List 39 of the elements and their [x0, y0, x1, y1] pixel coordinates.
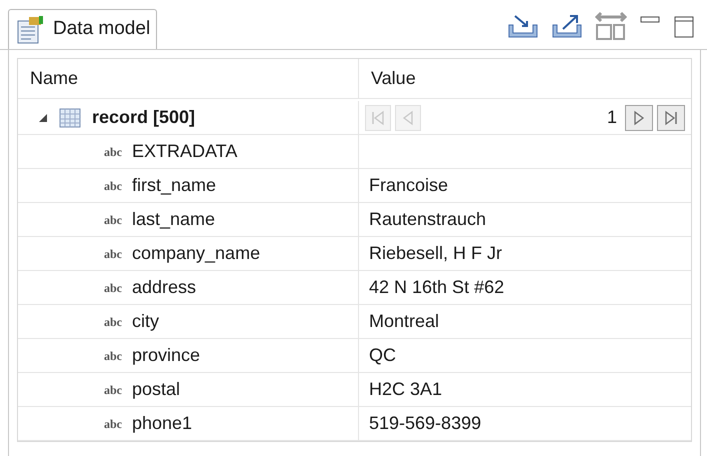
field-value: QC — [369, 344, 396, 367]
export-icon[interactable] — [551, 13, 583, 39]
page-number: 1 — [606, 106, 617, 129]
next-page-button[interactable] — [625, 104, 653, 130]
type-label: abc — [104, 314, 122, 330]
expand-triangle-icon[interactable] — [38, 112, 48, 122]
import-icon[interactable] — [507, 13, 539, 39]
last-page-button[interactable] — [657, 104, 685, 130]
field-name: postal — [132, 378, 180, 401]
record-label: record [500] — [92, 106, 196, 129]
type-label: abc — [104, 246, 122, 262]
type-label: abc — [104, 280, 122, 296]
field-value: Montreal — [369, 310, 440, 333]
field-value: 519-569-8399 — [369, 412, 482, 435]
field-value: Riebesell, H F Jr — [369, 242, 502, 265]
field-name: province — [132, 344, 200, 367]
field-name: company_name — [132, 242, 260, 265]
type-label: abc — [104, 178, 122, 194]
field-value: Rautenstrauch — [369, 208, 486, 231]
field-name: city — [132, 310, 159, 333]
field-name: first_name — [132, 174, 216, 197]
type-label: abc — [104, 212, 122, 228]
type-label: abc — [104, 382, 122, 398]
type-label: abc — [104, 348, 122, 364]
view-tab[interactable]: Data model — [8, 9, 158, 49]
field-name: phone1 — [132, 412, 192, 435]
column-header[interactable]: Name — [18, 59, 359, 98]
field-value: Francoise — [369, 174, 448, 197]
field-value: H2C 3A1 — [369, 378, 442, 401]
type-label: abc — [104, 144, 122, 160]
type-label: abc — [104, 416, 122, 432]
field-name: last_name — [132, 208, 216, 231]
field-name: EXTRADATA — [132, 140, 238, 163]
field-name: address — [132, 276, 196, 299]
notepad-icon — [15, 14, 45, 44]
field-value: 42 N 16th St #62 — [369, 276, 504, 299]
table-icon — [58, 106, 82, 130]
column-header[interactable]: Value — [359, 59, 691, 98]
swap-icon[interactable] — [595, 11, 627, 41]
